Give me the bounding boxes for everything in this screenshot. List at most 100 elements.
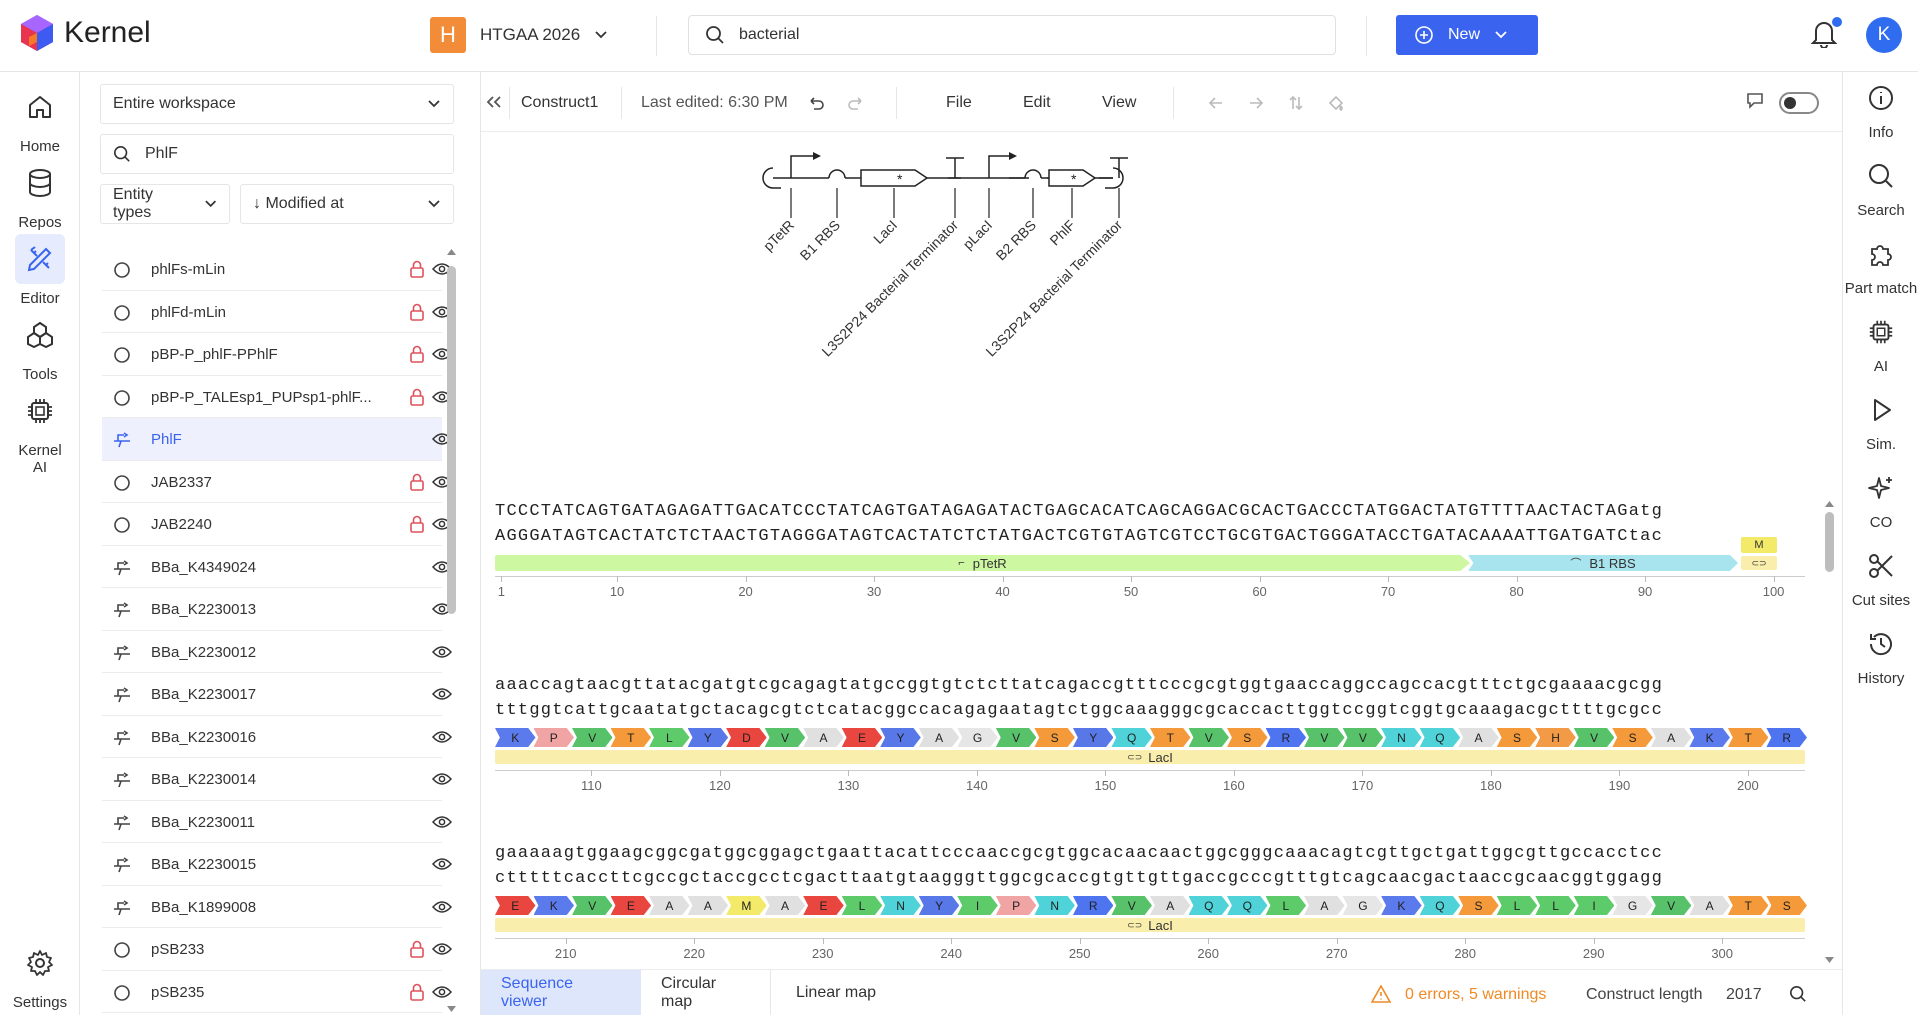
list-item[interactable]: JAB2240 [102,503,453,546]
comment-icon[interactable] [1745,90,1765,110]
sequence-reverse-strand[interactable]: tttggtcattgcaatatgctacagcgtctcatacggccac… [495,701,1663,720]
list-item[interactable]: BBa_K2230015 [102,843,453,886]
construct-name[interactable]: Construct1 [521,94,598,112]
amino-acid[interactable]: I [957,896,998,915]
tool-info[interactable]: Info [1843,84,1918,141]
new-button[interactable]: New [1396,15,1538,55]
amino-acid[interactable]: Y [880,728,921,747]
amino-acid[interactable]: Q [1227,896,1268,915]
tool-history[interactable]: History [1843,630,1918,687]
amino-acid[interactable]: V [1304,728,1345,747]
sequence-scrollbar[interactable] [1823,500,1837,970]
amino-acid[interactable]: T [1150,728,1191,747]
list-item[interactable]: BBa_K2230011 [102,801,453,843]
warning-icon[interactable] [1371,985,1391,1003]
scroll-down-icon[interactable] [1824,956,1835,964]
feature-b1-rbs[interactable]: ⌒ B1 RBS [1468,555,1738,571]
amino-acid[interactable]: A [1650,728,1692,747]
amino-acid[interactable]: G [957,728,998,747]
tool-simulation[interactable]: Sim. [1843,396,1918,453]
panel-scroll-thumb[interactable] [447,266,456,614]
sort-select[interactable]: ↓ Modified at [240,184,454,224]
amino-acid[interactable]: E [610,896,652,915]
nav-settings[interactable]: Settings [0,938,80,1011]
search-icon[interactable] [1789,985,1807,1003]
amino-acid[interactable]: Q [1188,896,1230,915]
amino-acid[interactable]: Q [1419,728,1461,747]
list-item[interactable]: pBP-P_TALEsp1_PUPsp1-phlF... [102,376,453,418]
nav-repos[interactable]: Repos [0,158,80,231]
amino-acid[interactable]: N [1034,896,1075,915]
sequence-reverse-strand[interactable]: ctttttcaccttcgccgctaccgcctcgacttaatgtaag… [495,869,1663,888]
amino-acid[interactable]: N [880,896,921,915]
nav-editor[interactable]: Editor [0,234,80,307]
nav-home[interactable]: Home [0,82,80,155]
amino-acid[interactable]: L [1535,896,1576,915]
sequence-scroll-thumb[interactable] [1825,512,1834,572]
amino-acid[interactable]: E [495,896,536,915]
amino-acid[interactable]: V [995,728,1037,747]
amino-acid[interactable]: A [1458,728,1499,747]
amino-acid[interactable]: V [1111,896,1152,915]
amino-acid[interactable]: T [1727,728,1769,747]
scroll-up-icon[interactable] [446,248,457,256]
list-item[interactable]: BBa_K2230014 [102,758,453,801]
amino-acid[interactable]: G [1342,896,1384,915]
amino-acid[interactable]: T [610,728,652,747]
amino-acid[interactable]: S [1458,896,1499,915]
amino-acid[interactable]: T [1727,896,1769,915]
amino-acid[interactable]: A [649,896,690,915]
amino-acid[interactable]: Q [1111,728,1152,747]
tool-search[interactable]: Search [1843,162,1918,219]
arrow-left-icon[interactable] [1207,94,1225,112]
list-item[interactable]: phlFs-mLin [102,248,453,291]
sequence-forward-strand[interactable]: gaaaaagtggaagcggcgatggcggagctgaattacattc… [495,844,1663,863]
amino-acid[interactable]: I [1573,896,1615,915]
list-item[interactable]: pBP-P_phlF-PPhlF [102,333,453,376]
amino-acid[interactable]: A [764,896,806,915]
amino-acid[interactable]: V [572,896,613,915]
arrow-right-icon[interactable] [1247,94,1265,112]
collapse-panel-icon[interactable] [481,88,507,116]
list-item[interactable]: BBa_K2230013 [102,588,453,631]
amino-acid[interactable]: S [1227,728,1268,747]
amino-acid[interactable]: S [1766,896,1807,915]
amino-acid[interactable]: E [803,896,844,915]
panel-filter-input[interactable]: PhlF [100,134,454,174]
amino-acid[interactable]: V [1650,896,1692,915]
amino-acid[interactable]: A [803,728,844,747]
entity-types-filter[interactable]: Entity types [100,184,230,224]
list-item[interactable]: BBa_K2230017 [102,673,453,716]
amino-acid[interactable]: K [1689,728,1730,747]
amino-acid[interactable]: A [1689,896,1730,915]
feature-laci[interactable]: ⊂⊃ LacI [495,918,1805,933]
amino-acid[interactable]: V [1573,728,1615,747]
menu-edit[interactable]: Edit [1023,94,1051,112]
tab-sequence-viewer[interactable]: Sequence viewer [481,970,641,1015]
menu-view[interactable]: View [1102,94,1136,112]
amino-acid[interactable]: K [1381,896,1422,915]
global-search-input[interactable]: bacterial [688,15,1336,55]
amino-acid[interactable]: S [1034,728,1075,747]
amino-acid[interactable]: N [1381,728,1422,747]
tab-linear-map[interactable]: Linear map [771,970,901,1015]
amino-acid[interactable]: A [1304,896,1345,915]
amino-acid[interactable]: R [1265,728,1307,747]
scroll-down-icon[interactable] [446,1005,457,1013]
amino-acid[interactable]: A [918,728,960,747]
feature-laci-start[interactable]: ⊂⊃ [1741,556,1777,570]
amino-acid[interactable]: L [1496,896,1538,915]
tool-codon-optimization[interactable]: CO [1843,474,1918,531]
view-toggle[interactable] [1779,92,1819,114]
list-item[interactable]: phlFd-mLin [102,291,453,333]
scope-select[interactable]: Entire workspace [100,84,454,124]
amino-acid[interactable]: K [533,896,575,915]
amino-acid[interactable]: V [1188,728,1230,747]
feature-ptetr[interactable]: ⌐ pTetR [495,555,1470,571]
tool-part-match[interactable]: Part match [1843,240,1918,297]
panel-scrollbar[interactable] [444,248,458,1015]
paint-bucket-icon[interactable] [1327,94,1345,112]
app-logo[interactable]: Kernel [20,14,151,52]
feature-laci[interactable]: ⊂⊃ LacI [495,750,1805,765]
aa-start-m[interactable]: M [1741,537,1777,553]
